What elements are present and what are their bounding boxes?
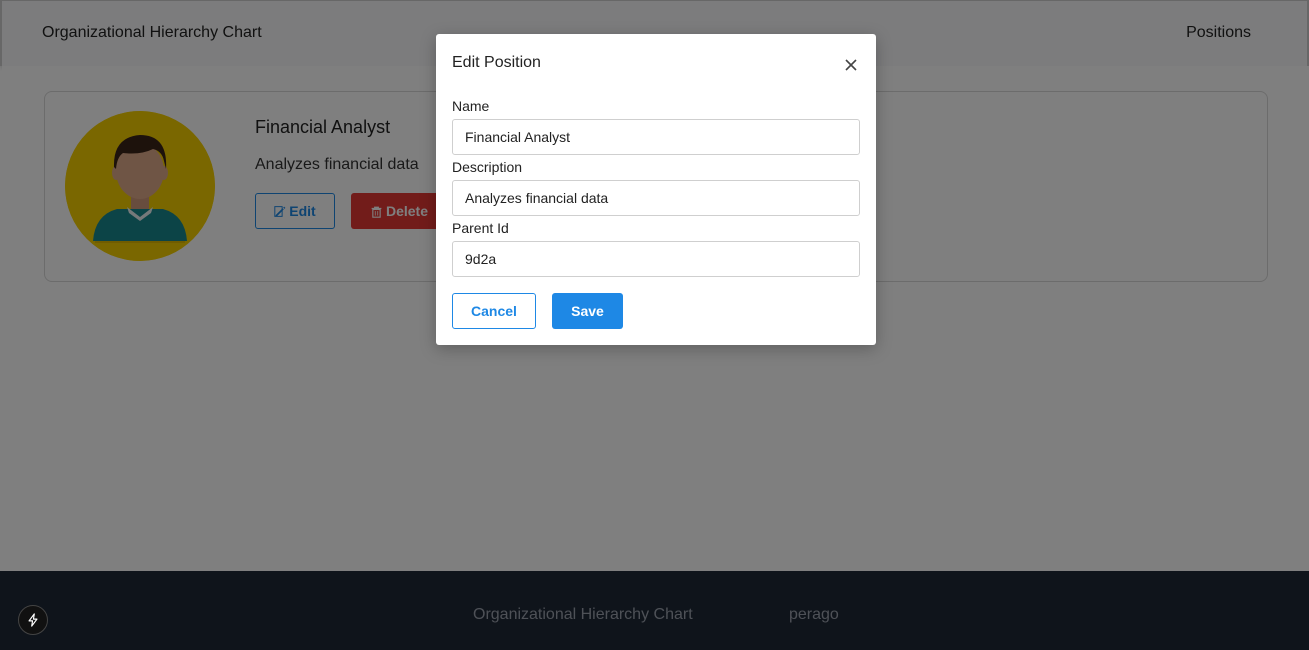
dev-indicator-button[interactable]: [18, 605, 48, 635]
dialog-title: Edit Position: [452, 54, 541, 71]
save-button[interactable]: Save: [552, 293, 623, 329]
close-icon: [845, 59, 857, 71]
modal-backdrop-footer[interactable]: [0, 571, 1309, 650]
cancel-button[interactable]: Cancel: [452, 293, 536, 329]
name-label: Name: [452, 98, 490, 114]
edit-position-dialog: Edit Position Name Description Parent Id…: [436, 34, 876, 345]
lightning-icon: [28, 613, 38, 627]
page: Organizational Hierarchy Chart Positions…: [0, 0, 1309, 650]
description-field[interactable]: [452, 180, 860, 216]
parent-id-field[interactable]: [452, 241, 860, 277]
parent-id-label: Parent Id: [452, 220, 509, 236]
description-label: Description: [452, 159, 523, 175]
close-button[interactable]: [840, 54, 862, 76]
name-field[interactable]: [452, 119, 860, 155]
